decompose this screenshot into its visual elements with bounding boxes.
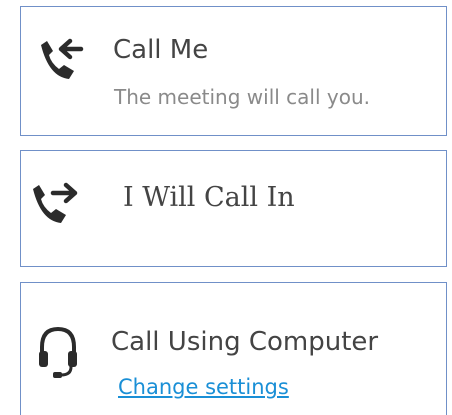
call-me-title: Call Me [113,35,209,65]
change-settings-link[interactable]: Change settings [118,375,289,399]
call-me-option[interactable]: Call Me The meeting will call you. [20,6,447,136]
phone-outgoing-icon [29,181,89,227]
computer-audio-option[interactable]: Call Using Computer Change settings [20,282,447,415]
call-in-option[interactable]: I Will Call In [20,150,447,267]
headset-icon [37,325,79,379]
call-in-title: I Will Call In [123,182,295,213]
phone-incoming-icon [37,37,87,83]
computer-audio-title: Call Using Computer [111,327,379,357]
call-me-description: The meeting will call you. [114,85,370,109]
